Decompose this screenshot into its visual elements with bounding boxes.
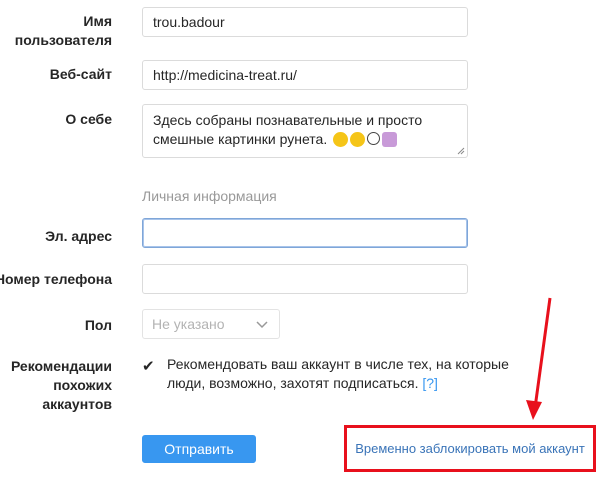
recommendations-description: Рекомендовать ваш аккаунт в числе тех, н…: [167, 356, 509, 391]
grinning-face-icon: [333, 132, 349, 147]
recommendations-text: Рекомендовать ваш аккаунт в числе тех, н…: [167, 355, 517, 393]
phone-label: Номер телефона: [0, 271, 112, 287]
block-account-link[interactable]: Временно заблокировать мой аккаунт: [355, 441, 585, 456]
email-label: Эл. адрес: [45, 228, 112, 244]
red-arrow-icon: [526, 297, 552, 420]
phone-input[interactable]: [142, 264, 468, 294]
chevron-down-icon: [256, 321, 268, 329]
username-label: Имя пользователя: [14, 13, 112, 48]
username-value: trou.badour: [153, 14, 225, 30]
recommendations-label: Рекомендации похожих аккаунтов: [10, 358, 112, 412]
website-label: Веб-сайт: [49, 66, 112, 82]
private-info-heading: Личная информация: [142, 188, 277, 204]
smiling-face-icon: [350, 132, 366, 147]
block-account-highlight: Временно заблокировать мой аккаунт: [344, 425, 596, 472]
bio-textarea[interactable]: Здесь собраны познавательные и просто см…: [142, 104, 468, 158]
person-raising-hand-icon: [382, 132, 398, 147]
email-input[interactable]: [142, 218, 468, 248]
username-input[interactable]: trou.badour: [142, 7, 468, 37]
smiley-icon: [367, 132, 381, 145]
gender-select[interactable]: Не указано: [142, 309, 280, 339]
bio-label: О себе: [65, 111, 112, 127]
resize-handle-icon[interactable]: [457, 147, 465, 155]
recommendations-checkbox[interactable]: ✔: [142, 357, 155, 375]
website-input[interactable]: http://medicina-treat.ru/: [142, 60, 468, 90]
gender-label: Пол: [84, 317, 112, 333]
submit-button[interactable]: Отправить: [142, 435, 256, 463]
website-value: http://medicina-treat.ru/: [153, 67, 297, 83]
gender-value: Не указано: [152, 316, 225, 332]
recommendations-help-link[interactable]: [?]: [422, 375, 438, 391]
